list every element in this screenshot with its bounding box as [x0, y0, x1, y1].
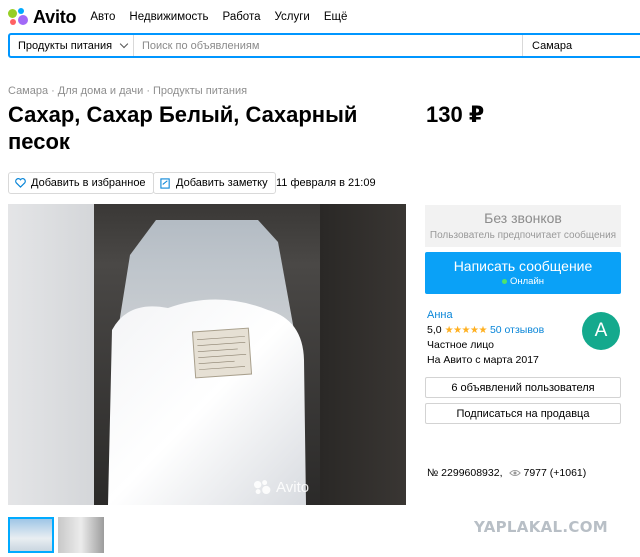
online-label: Онлайн [509, 276, 544, 287]
chevron-down-icon [119, 39, 129, 49]
view-count: 7977 (+1061) [523, 467, 587, 479]
online-dot-icon [501, 279, 507, 284]
page-title: Сахар, Сахар Белый, Сахарный песок [8, 102, 358, 154]
eye-icon [508, 469, 521, 477]
no-calls-title: Без звонков [484, 210, 562, 226]
add-note-button[interactable]: Добавить заметку [153, 172, 276, 194]
no-calls-box: Без звонков Пользователь предпочитает со… [425, 205, 621, 247]
seller-rating: 5,0 ★★★★★ 50 отзывов [427, 324, 544, 336]
breadcrumb-separator: · [51, 85, 55, 97]
write-message-label: Написать сообщение [453, 258, 593, 274]
listing-photo[interactable]: Avito [8, 204, 406, 505]
subscribe-seller-label: Подписаться на продавца [456, 407, 590, 420]
star-rating-icon: ★★★★★ [444, 324, 488, 336]
breadcrumb-item-home[interactable]: Для дома и дачи [58, 85, 144, 97]
breadcrumb-separator: · [146, 85, 150, 97]
top-bar: Avito Авто Недвижимость Работа Услуги Ещ… [0, 0, 640, 34]
search-bar: Продукты питания Самара [8, 33, 640, 58]
avito-logo[interactable]: Avito [8, 6, 77, 28]
heart-icon [15, 178, 26, 188]
thumbnail-2[interactable] [58, 517, 104, 553]
add-note-label: Добавить заметку [176, 177, 268, 189]
nav-item-jobs[interactable]: Работа [223, 11, 261, 23]
category-select-value: Продукты питания [18, 39, 113, 52]
seller-since: На Авито с марта 2017 [427, 354, 539, 366]
category-select[interactable]: Продукты питания [10, 35, 134, 56]
avito-logo-icon [8, 8, 30, 26]
price: 130 ₽ [426, 102, 485, 127]
search-input[interactable] [134, 35, 522, 56]
nav-item-services[interactable]: Услуги [274, 11, 309, 23]
user-listings-button[interactable]: 6 объявлений пользователя [425, 377, 621, 398]
add-favorite-button[interactable]: Добавить в избранное [8, 172, 154, 194]
online-status: Онлайн [425, 276, 621, 287]
city-select-value: Самара [532, 39, 573, 52]
seller-name[interactable]: Анна [427, 309, 453, 321]
add-favorite-label: Добавить в избранное [31, 177, 146, 189]
avito-watermark: Avito [254, 479, 309, 496]
user-listings-label: 6 объявлений пользователя [451, 381, 595, 394]
nav-item-auto[interactable]: Авто [90, 11, 115, 23]
write-message-button[interactable]: Написать сообщение Онлайн [425, 252, 621, 294]
watermark-text: Avito [276, 479, 310, 496]
site-watermark: YAPLAKAL.COM [474, 518, 608, 536]
photo-blur-left [8, 204, 94, 505]
city-select[interactable]: Самара [522, 35, 640, 56]
rating-value: 5,0 [427, 324, 442, 336]
listing-meta: № 2299608932, 7977 (+1061) [427, 467, 586, 479]
seller-avatar[interactable]: A [582, 312, 620, 350]
no-calls-subtitle: Пользователь предпочитает сообщения [429, 230, 617, 241]
photo-blur-right [320, 204, 406, 505]
logo-text: Avito [33, 6, 77, 27]
listing-number: № 2299608932, [427, 467, 503, 479]
nav-item-more[interactable]: Ещё [324, 11, 348, 23]
breadcrumb-item-city[interactable]: Самара [8, 85, 48, 97]
thumbnail-1[interactable] [8, 517, 54, 553]
subscribe-seller-button[interactable]: Подписаться на продавца [425, 403, 621, 424]
post-date: 11 февраля в 21:09 [276, 177, 376, 189]
breadcrumb-item-food[interactable]: Продукты питания [153, 85, 247, 97]
avito-watermark-icon [254, 480, 271, 495]
sugar-bag-image [108, 220, 306, 505]
note-icon [160, 177, 171, 189]
seller-type: Частное лицо [427, 339, 495, 351]
nav-item-realty[interactable]: Недвижимость [129, 11, 208, 23]
breadcrumb: Самара · Для дома и дачи · Продукты питания [8, 85, 247, 97]
main-nav: Авто Недвижимость Работа Услуги Ещё [90, 11, 347, 23]
avatar-letter: A [594, 320, 608, 341]
reviews-link[interactable]: 50 отзывов [490, 324, 544, 336]
